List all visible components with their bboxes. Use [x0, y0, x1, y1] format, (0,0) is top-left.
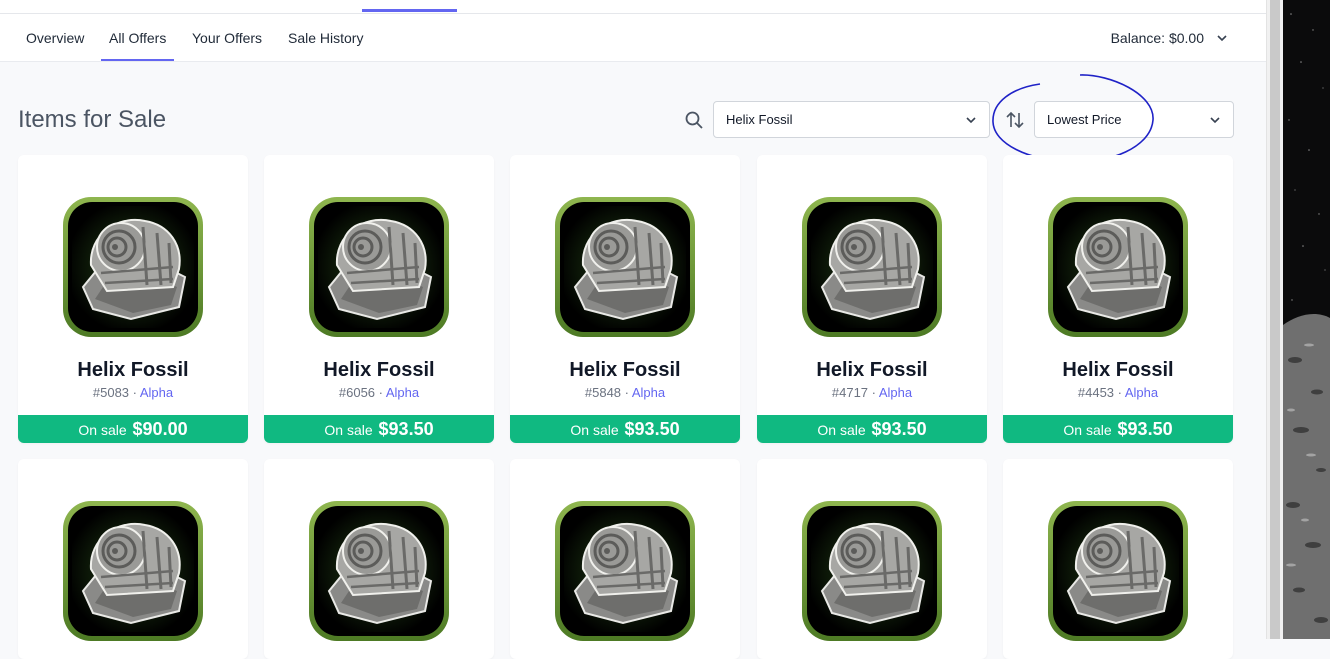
offer-card[interactable]: Helix Fossil #5848 · Alpha On sale $93.5…	[510, 155, 740, 443]
offer-card[interactable]: Helix Fossil #4453 · Alpha On sale $93.5…	[1003, 155, 1233, 443]
tab-your-offers[interactable]: Your Offers	[192, 14, 262, 61]
offer-card[interactable]: Helix Fossil #5083 · Alpha On sale $90.0…	[18, 155, 248, 443]
sale-price: $93.50	[871, 419, 927, 439]
on-sale-label: On sale	[1063, 422, 1112, 438]
sale-price: $90.00	[132, 419, 188, 439]
search-icon	[685, 111, 703, 129]
on-sale-label: On sale	[817, 422, 866, 438]
helix-fossil-icon	[61, 499, 205, 643]
on-sale-label: On sale	[570, 422, 619, 438]
item-meta: #4453 · Alpha	[1077, 385, 1159, 400]
sale-price-bar: On sale $93.50	[1003, 415, 1233, 443]
window-scrollbar[interactable]	[1266, 0, 1284, 639]
item-meta: #6056 · Alpha	[338, 385, 420, 400]
offer-card[interactable]	[18, 459, 248, 659]
item-name: Helix Fossil	[816, 359, 928, 381]
helix-fossil-icon	[61, 195, 205, 339]
chevron-down-icon	[1210, 117, 1220, 124]
item-search-select[interactable]: Helix Fossil	[713, 101, 990, 138]
scrollbar-thumb[interactable]	[1270, 0, 1280, 639]
sale-price-bar: On sale $93.50	[757, 415, 987, 443]
page-title: Items for Sale	[18, 106, 167, 133]
sale-price-bar: On sale $93.50	[510, 415, 740, 443]
helix-fossil-icon	[553, 195, 697, 339]
on-sale-label: On sale	[78, 422, 127, 438]
active-section-indicator	[362, 9, 457, 12]
item-rarity-link[interactable]: Alpha	[879, 385, 912, 400]
offer-card[interactable]	[264, 459, 494, 659]
offer-card[interactable]: Helix Fossil #6056 · Alpha On sale $93.5…	[264, 155, 494, 443]
offer-card[interactable]	[1003, 459, 1233, 659]
offer-card[interactable]: Helix Fossil #4717 · Alpha On sale $93.5…	[757, 155, 987, 443]
item-id: #5083	[92, 385, 130, 400]
item-meta: #5848 · Alpha	[584, 385, 666, 400]
item-id: #6056	[338, 385, 376, 400]
marketplace-tabs: Overview All Offers Your Offers Sale His…	[0, 14, 1266, 62]
balance-label: Balance: $0.00	[1110, 29, 1204, 46]
helix-fossil-icon	[1046, 195, 1190, 339]
helix-fossil-icon	[800, 195, 944, 339]
item-rarity-link[interactable]: Alpha	[632, 385, 665, 400]
helix-fossil-icon	[553, 499, 697, 643]
helix-fossil-icon	[800, 499, 944, 643]
offer-card[interactable]	[510, 459, 740, 659]
sale-price-bar: On sale $90.00	[18, 415, 248, 443]
balance-dropdown[interactable]: Balance: $0.00	[1111, 14, 1228, 61]
desktop-wallpaper	[1283, 0, 1330, 639]
chevron-down-icon	[1217, 34, 1227, 41]
tab-overview[interactable]: Overview	[26, 14, 84, 61]
item-name: Helix Fossil	[569, 359, 681, 381]
item-meta: #4717 · Alpha	[831, 385, 913, 400]
item-rarity-link[interactable]: Alpha	[1125, 385, 1158, 400]
item-name: Helix Fossil	[1062, 359, 1174, 381]
sale-price: $93.50	[1117, 419, 1173, 439]
tab-sale-history[interactable]: Sale History	[288, 14, 363, 61]
item-id: #4717	[831, 385, 869, 400]
item-id: #4453	[1077, 385, 1115, 400]
sale-price: $93.50	[378, 419, 434, 439]
item-rarity-link[interactable]: Alpha	[140, 385, 173, 400]
helix-fossil-icon	[1046, 499, 1190, 643]
helix-fossil-icon	[307, 499, 451, 643]
sort-arrows-icon[interactable]	[1004, 109, 1026, 131]
sort-select[interactable]: Lowest Price	[1034, 101, 1234, 138]
item-meta: #5083 · Alpha	[92, 385, 174, 400]
item-search-value: Helix Fossil	[726, 112, 793, 127]
sale-price-bar: On sale $93.50	[264, 415, 494, 443]
item-name: Helix Fossil	[77, 359, 189, 381]
helix-fossil-icon	[307, 195, 451, 339]
top-header-strip	[0, 0, 1266, 14]
offer-card[interactable]	[757, 459, 987, 659]
item-rarity-link[interactable]: Alpha	[386, 385, 419, 400]
sale-price: $93.50	[624, 419, 680, 439]
tab-all-offers[interactable]: All Offers	[100, 14, 175, 61]
chevron-down-icon	[966, 117, 976, 124]
marketplace-app: Overview All Offers Your Offers Sale His…	[0, 0, 1266, 659]
item-name: Helix Fossil	[323, 359, 435, 381]
on-sale-label: On sale	[324, 422, 373, 438]
item-id: #5848	[584, 385, 622, 400]
sort-value: Lowest Price	[1047, 112, 1122, 127]
